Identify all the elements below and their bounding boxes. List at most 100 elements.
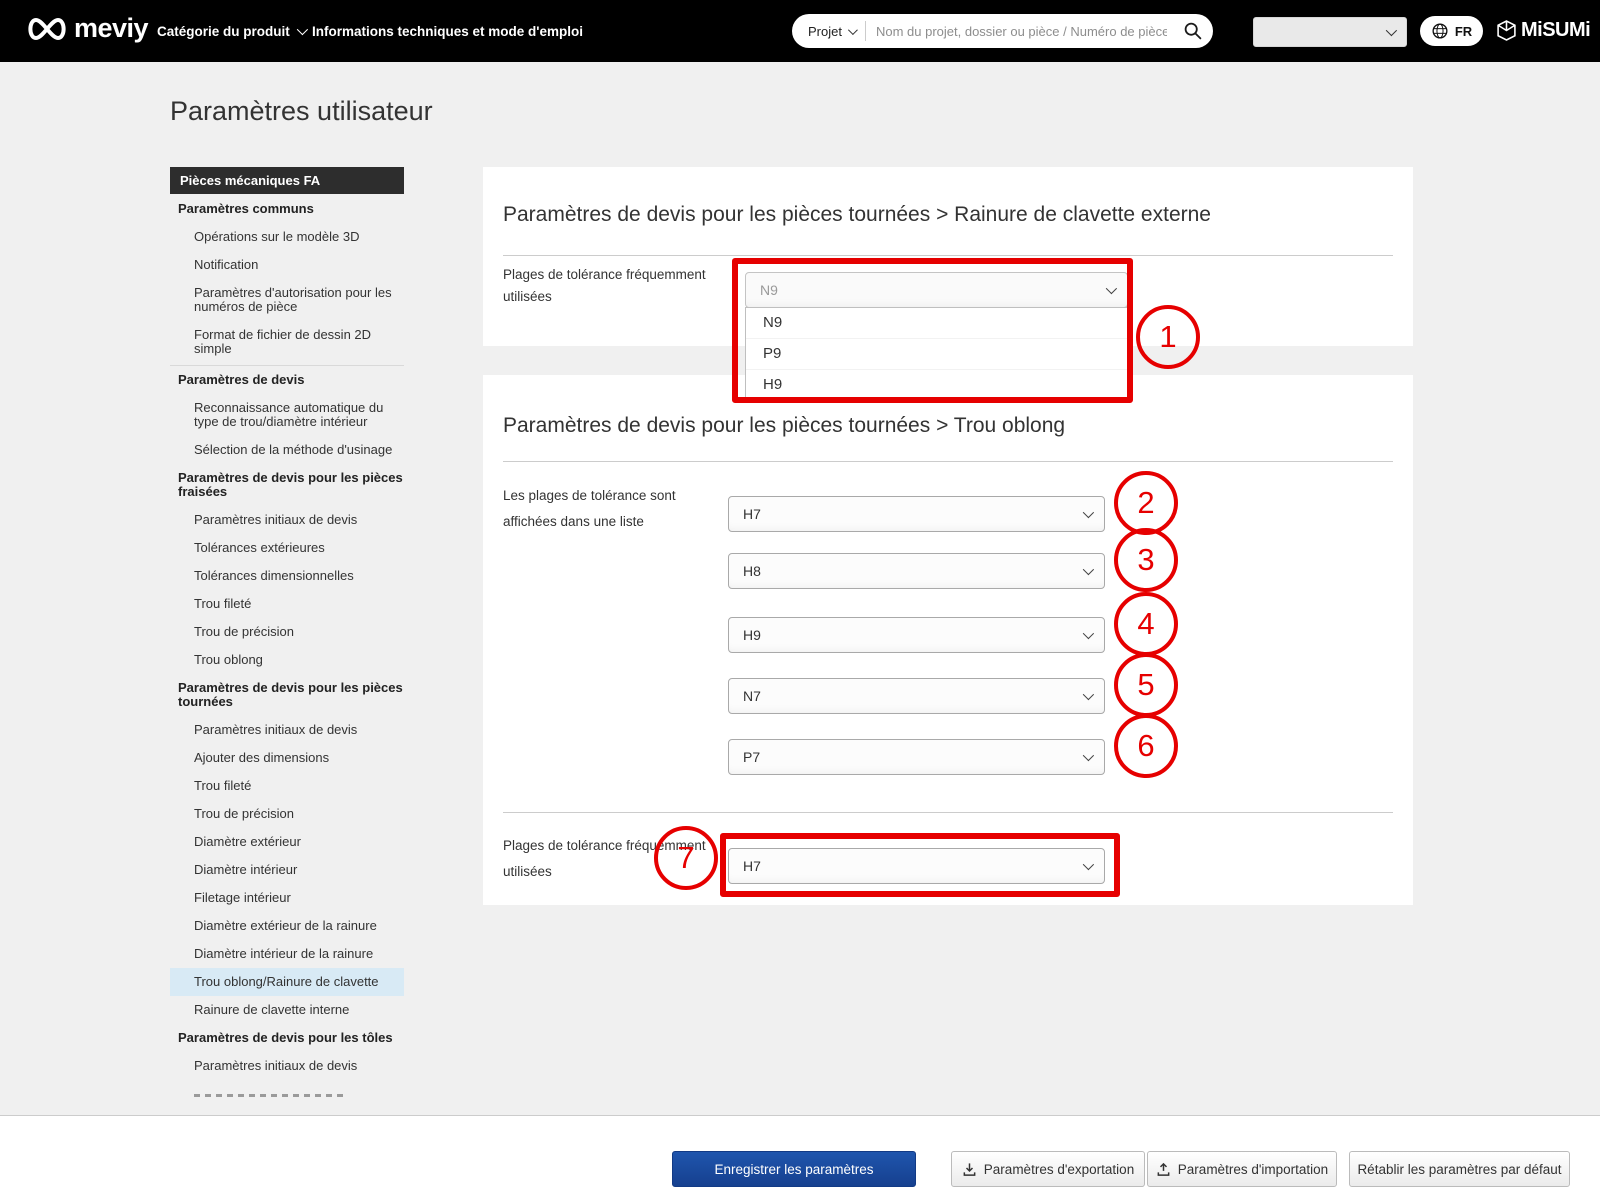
brand-wordmark: meviy	[74, 13, 148, 44]
sidebar: Pièces mécaniques FA Paramètres communs …	[170, 167, 404, 1115]
tolerance-select-list-2[interactable]: H8	[728, 553, 1105, 589]
field-label-plages-tolerance-2: Plages de tolérance fréquemment utilisée…	[503, 833, 721, 885]
search-icon	[1183, 21, 1203, 41]
chevron-down-icon	[297, 24, 308, 35]
save-settings-button[interactable]: Enregistrer les paramètres	[672, 1151, 916, 1187]
option-p9[interactable]: P9	[746, 339, 1127, 370]
search-scope-label: Projet	[808, 24, 842, 39]
select-value: H8	[743, 563, 761, 579]
chevron-down-icon	[1083, 507, 1094, 518]
language-switcher[interactable]: FR	[1420, 16, 1483, 46]
search-input[interactable]	[866, 24, 1173, 39]
footer-bar: Enregistrer les paramètres Paramètres d'…	[0, 1115, 1600, 1201]
sidebar-category-header[interactable]: Pièces mécaniques FA	[170, 167, 404, 194]
export-settings-button[interactable]: Paramètres d'exportation	[951, 1151, 1145, 1187]
import-settings-button[interactable]: Paramètres d'importation	[1147, 1151, 1337, 1187]
select-value: N7	[743, 688, 761, 704]
section-title-trou-oblong: Paramètres de devis pour les pièces tour…	[503, 414, 1065, 438]
import-settings-label: Paramètres d'importation	[1178, 1162, 1328, 1177]
language-label: FR	[1455, 24, 1472, 39]
select-value: H7	[743, 506, 761, 522]
field-label-plages-tolerance-1: Plages de tolérance fréquemment utilisée…	[503, 264, 718, 308]
sidebar-item-reconnaissance-trou[interactable]: Reconnaissance automatique du type de tr…	[170, 394, 404, 436]
tolerance-options-list: N9 P9 H9	[745, 307, 1128, 401]
misumi-brand[interactable]: MiSUMi	[1497, 19, 1590, 42]
reset-defaults-label: Rétablir les paramètres par défaut	[1357, 1162, 1561, 1177]
chevron-down-icon	[1083, 750, 1094, 761]
tolerance-select-frequent[interactable]: H7	[728, 848, 1105, 884]
nav-technical-info[interactable]: Informations techniques et mode d'emploi	[312, 0, 583, 62]
section-divider	[503, 812, 1393, 813]
field-label-plages-liste: Les plages de tolérance sont affichées d…	[503, 483, 721, 535]
sidebar-item-tolerances-dimensionnelles[interactable]: Tolérances dimensionnelles	[170, 562, 404, 590]
save-settings-label: Enregistrer les paramètres	[714, 1162, 873, 1177]
search-button[interactable]	[1173, 14, 1213, 48]
sidebar-item-tournees-trou-filete[interactable]: Trou fileté	[170, 772, 404, 800]
tolerance-select-rainure-externe[interactable]: N9	[745, 272, 1128, 308]
sidebar-item-tournees-parametres-initiaux[interactable]: Paramètres initiaux de devis	[170, 716, 404, 744]
sidebar-item-ajouter-dimensions[interactable]: Ajouter des dimensions	[170, 744, 404, 772]
sidebar-section-pieces-tournees[interactable]: Paramètres de devis pour les pièces tour…	[170, 674, 404, 716]
option-h9[interactable]: H9	[746, 370, 1127, 400]
meviy-logo-icon	[24, 15, 70, 43]
upload-icon	[1156, 1162, 1171, 1177]
page-title: Paramètres utilisateur	[170, 96, 433, 127]
select-value: P7	[743, 749, 760, 765]
chevron-down-icon	[848, 25, 858, 35]
sidebar-item-fraisees-parametres-initiaux[interactable]: Paramètres initiaux de devis	[170, 506, 404, 534]
chevron-down-icon	[1083, 564, 1094, 575]
option-n9[interactable]: N9	[746, 308, 1127, 339]
sidebar-item-fraisees-trou-precision[interactable]: Trou de précision	[170, 618, 404, 646]
tolerance-select-list-1[interactable]: H7	[728, 496, 1105, 532]
sidebar-item-autorisation-numeros-piece[interactable]: Paramètres d'autorisation pour les numér…	[170, 279, 404, 321]
meviy-logo[interactable]: meviy	[24, 13, 148, 44]
select-value: H9	[743, 627, 761, 643]
misumi-wordmark: MiSUMi	[1521, 19, 1590, 42]
sidebar-item-methode-usinage[interactable]: Sélection de la méthode d'usinage	[170, 436, 404, 464]
chevron-down-icon	[1386, 25, 1397, 36]
sidebar-item-diametre-exterieur[interactable]: Diamètre extérieur	[170, 828, 404, 856]
search-bar: Projet	[792, 14, 1213, 48]
sidebar-item-diametre-interieur-rainure[interactable]: Diamètre intérieur de la rainure	[170, 940, 404, 968]
sidebar-item-fraisees-trou-filete[interactable]: Trou fileté	[170, 590, 404, 618]
account-select[interactable]	[1253, 17, 1407, 47]
sidebar-item-clipped	[170, 1094, 404, 1106]
sidebar-item-notification[interactable]: Notification	[170, 251, 404, 279]
sidebar-item-tournees-trou-precision[interactable]: Trou de précision	[170, 800, 404, 828]
tolerance-select-list-4[interactable]: N7	[728, 678, 1105, 714]
export-settings-label: Paramètres d'exportation	[984, 1162, 1134, 1177]
reset-defaults-button[interactable]: Rétablir les paramètres par défaut	[1349, 1151, 1570, 1187]
sidebar-item-format-fichier-2d[interactable]: Format de fichier de dessin 2D simple	[170, 321, 404, 363]
sidebar-item-operations-modele-3d[interactable]: Opérations sur le modèle 3D	[170, 223, 404, 251]
sidebar-item-filetage-interieur[interactable]: Filetage intérieur	[170, 884, 404, 912]
select-value: N9	[760, 282, 778, 298]
tolerance-select-list-3[interactable]: H9	[728, 617, 1105, 653]
sidebar-list: Paramètres communs Opérations sur le mod…	[170, 194, 404, 1106]
section-divider	[503, 461, 1393, 462]
misumi-cube-icon	[1497, 20, 1516, 41]
sidebar-item-fraisees-trou-oblong[interactable]: Trou oblong	[170, 646, 404, 674]
sidebar-item-diametre-exterieur-rainure[interactable]: Diamètre extérieur de la rainure	[170, 912, 404, 940]
download-icon	[962, 1162, 977, 1177]
sidebar-section-parametres-devis[interactable]: Paramètres de devis	[170, 366, 404, 394]
globe-icon	[1431, 22, 1449, 40]
sidebar-section-pieces-fraisees[interactable]: Paramètres de devis pour les pièces frai…	[170, 464, 404, 506]
select-value: H7	[743, 858, 761, 874]
sidebar-item-rainure-clavette-interne[interactable]: Rainure de clavette interne	[170, 996, 404, 1024]
chevron-down-icon	[1106, 283, 1117, 294]
section-divider	[503, 255, 1393, 256]
sidebar-item-diametre-interieur[interactable]: Diamètre intérieur	[170, 856, 404, 884]
sidebar-item-trou-oblong-rainure-clavette[interactable]: Trou oblong/Rainure de clavette	[170, 968, 404, 996]
section-title-rainure-externe: Paramètres de devis pour les pièces tour…	[503, 203, 1211, 227]
chevron-down-icon	[1083, 628, 1094, 639]
nav-product-category-label: Catégorie du produit	[157, 24, 290, 39]
chevron-down-icon	[1083, 859, 1094, 870]
search-scope-select[interactable]: Projet	[792, 21, 866, 41]
tolerance-select-list-5[interactable]: P7	[728, 739, 1105, 775]
sidebar-item-toles-parametres-initiaux[interactable]: Paramètres initiaux de devis	[170, 1052, 404, 1080]
chevron-down-icon	[1083, 689, 1094, 700]
sidebar-section-parametres-communs[interactable]: Paramètres communs	[170, 195, 404, 223]
sidebar-item-tolerances-exterieures[interactable]: Tolérances extérieures	[170, 534, 404, 562]
sidebar-section-toles[interactable]: Paramètres de devis pour les tôles	[170, 1024, 404, 1052]
nav-product-category[interactable]: Catégorie du produit	[157, 0, 305, 62]
